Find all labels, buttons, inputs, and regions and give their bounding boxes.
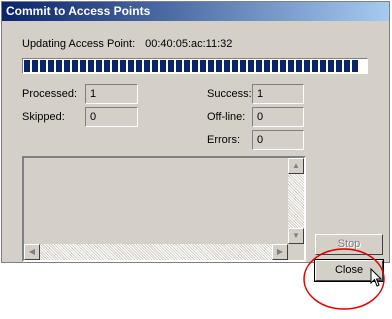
progress-segment — [144, 60, 150, 72]
progress-segment — [48, 60, 54, 72]
horizontal-scrollbar[interactable]: ◀ ▶ — [24, 244, 288, 260]
progress-segment — [280, 60, 286, 72]
progress-segment — [344, 60, 350, 72]
progress-segment — [160, 60, 166, 72]
scroll-up-icon[interactable]: ▲ — [288, 158, 304, 174]
progress-segment — [240, 60, 246, 72]
offline-field: 0 — [252, 107, 304, 127]
progress-segment — [96, 60, 102, 72]
progress-segment — [152, 60, 158, 72]
success-label: Success: — [207, 88, 252, 100]
errors-label: Errors: — [207, 134, 240, 146]
vertical-scrollbar[interactable]: ▲ ▼ — [288, 158, 304, 244]
progress-segment — [256, 60, 262, 72]
progress-segment — [352, 60, 358, 72]
progress-segment — [128, 60, 134, 72]
progress-segment — [264, 60, 270, 72]
status-mac: 00:40:05:ac:11:32 — [145, 38, 233, 50]
progress-segment — [40, 60, 46, 72]
progress-segment — [328, 60, 334, 72]
progress-segment — [32, 60, 38, 72]
mouse-cursor-icon — [370, 268, 383, 287]
log-area[interactable]: ▲ ▼ ◀ ▶ — [22, 156, 306, 262]
progress-segment — [104, 60, 110, 72]
progress-segment — [136, 60, 142, 72]
status-row: Updating Access Point: 00:40:05:ac:11:32 — [22, 38, 232, 50]
offline-label: Off-line: — [207, 111, 246, 123]
progress-segment — [200, 60, 206, 72]
progress-bar — [22, 58, 368, 74]
progress-segment — [192, 60, 198, 72]
progress-segment — [304, 60, 310, 72]
progress-segment — [272, 60, 278, 72]
progress-segment — [112, 60, 118, 72]
skipped-field: 0 — [85, 107, 138, 127]
progress-segment — [224, 60, 230, 72]
progress-segment — [184, 60, 190, 72]
skipped-label: Skipped: — [22, 111, 65, 123]
progress-segment — [72, 60, 78, 72]
progress-segment — [296, 60, 302, 72]
progress-segment — [88, 60, 94, 72]
scroll-right-icon[interactable]: ▶ — [272, 244, 288, 260]
dialog-title: Commit to Access Points — [2, 2, 389, 21]
progress-segment — [80, 60, 86, 72]
progress-segment — [232, 60, 238, 72]
progress-segment — [208, 60, 214, 72]
progress-segment — [176, 60, 182, 72]
progress-segment — [216, 60, 222, 72]
progress-segment — [64, 60, 70, 72]
errors-field: 0 — [252, 130, 304, 150]
progress-segment — [320, 60, 326, 72]
commit-dialog: Commit to Access Points Updating Access … — [1, 1, 390, 282]
processed-label: Processed: — [22, 88, 78, 100]
progress-segment — [336, 60, 342, 72]
progress-segment — [168, 60, 174, 72]
progress-segment — [120, 60, 126, 72]
progress-segment — [288, 60, 294, 72]
progress-segment — [56, 60, 62, 72]
progress-segment — [248, 60, 254, 72]
processed-field: 1 — [85, 84, 138, 104]
progress-segment — [24, 60, 30, 72]
scroll-left-icon[interactable]: ◀ — [24, 244, 40, 260]
success-field: 1 — [252, 84, 304, 104]
status-label: Updating Access Point: — [22, 38, 136, 50]
scroll-down-icon[interactable]: ▼ — [288, 228, 304, 244]
progress-segment — [312, 60, 318, 72]
